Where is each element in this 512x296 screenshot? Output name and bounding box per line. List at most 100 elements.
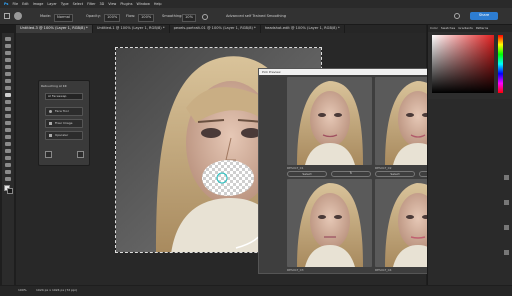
search-icon[interactable] bbox=[454, 13, 460, 19]
tab-label: pexels-portrait-01 @ 100% (Layer 1, RGB/… bbox=[173, 26, 256, 31]
menu-item[interactable]: Select bbox=[73, 2, 83, 6]
hue-slider[interactable] bbox=[498, 35, 503, 93]
tab-color[interactable]: Color bbox=[430, 27, 438, 30]
button-label: Face Tool bbox=[55, 109, 69, 113]
layers-panel bbox=[428, 99, 512, 285]
face-icon bbox=[49, 110, 52, 113]
marquee-tool-icon[interactable] bbox=[5, 44, 11, 48]
color-picker-field[interactable] bbox=[432, 35, 494, 93]
settings-icon[interactable] bbox=[45, 151, 52, 158]
brush-tool-icon[interactable] bbox=[14, 12, 22, 20]
menu-item[interactable]: Edit bbox=[22, 2, 29, 6]
document-tab[interactable]: pexels-portrait-01 @ 100% (Layer 1, RGB/… bbox=[170, 25, 261, 33]
tab-label: headshot-edit @ 100% (Layer 1, RGB/8) * bbox=[264, 26, 340, 31]
right-panels: Color Swatches Gradients Patterns bbox=[427, 25, 512, 285]
lasso-tool-icon[interactable] bbox=[5, 51, 11, 55]
layer-icon[interactable] bbox=[504, 225, 509, 230]
status-bar: 100% 1024 px x 1024 px (72 ppi) bbox=[0, 286, 512, 296]
menu-item[interactable]: Plugins bbox=[120, 2, 132, 6]
document-info: 1024 px x 1024 px (72 ppi) bbox=[36, 288, 77, 292]
brush-tool-icon[interactable] bbox=[5, 93, 11, 97]
clone-stamp-tool-icon[interactable] bbox=[5, 100, 11, 104]
path-select-tool-icon[interactable] bbox=[5, 156, 11, 160]
gradient-tool-icon[interactable] bbox=[5, 121, 11, 125]
tools-panel bbox=[2, 33, 14, 285]
color-panel-tabs: Color Swatches Gradients Patterns bbox=[428, 25, 512, 32]
flow-input[interactable]: 100% bbox=[138, 14, 155, 22]
background-color-swatch[interactable] bbox=[7, 188, 13, 194]
tab-patterns[interactable]: Patterns bbox=[476, 27, 488, 30]
dropdown-value: AI Faceswap bbox=[48, 94, 67, 98]
preview-thumbnail[interactable] bbox=[287, 77, 372, 165]
plugin-floating-panel: Retouching AI Kit AI Faceswap Face Tool … bbox=[38, 80, 90, 166]
plugin-mode-dropdown[interactable]: AI Faceswap bbox=[45, 93, 83, 100]
settings-gear-icon[interactable] bbox=[202, 14, 208, 20]
menu-item[interactable]: Filter bbox=[87, 2, 95, 6]
share-button[interactable]: Share bbox=[470, 12, 498, 20]
fixer-image-button[interactable]: Fixer Image bbox=[45, 119, 83, 128]
eraser-tool-icon[interactable] bbox=[5, 114, 11, 118]
dodge-tool-icon[interactable] bbox=[5, 135, 11, 139]
button-label: Upscaler bbox=[55, 133, 69, 137]
menu-item[interactable]: File bbox=[12, 2, 18, 6]
document-tab-bar: Untitled-3 @ 100% (Layer 1, RGB/8) * Unt… bbox=[16, 25, 426, 33]
document-tab[interactable]: Untitled-3 @ 100% (Layer 1, RGB/8) * bbox=[16, 25, 93, 33]
select-label: Select bbox=[302, 171, 312, 176]
feature-text: Advanced self Trained Smoothing bbox=[226, 14, 287, 18]
type-tool-icon[interactable] bbox=[5, 149, 11, 153]
document-tab[interactable]: headshot-edit @ 100% (Layer 1, RGB/8) * bbox=[261, 25, 345, 33]
select-button[interactable]: Select bbox=[375, 171, 415, 177]
smoothing-label: Smoothing: bbox=[162, 14, 183, 18]
pen-tool-icon[interactable] bbox=[5, 142, 11, 146]
frame-tool-icon[interactable] bbox=[5, 72, 11, 76]
menu-item[interactable]: Help bbox=[154, 2, 162, 6]
close-panel-icon[interactable] bbox=[77, 151, 84, 158]
tab-gradients[interactable]: Gradients bbox=[458, 27, 473, 30]
blur-tool-icon[interactable] bbox=[5, 128, 11, 132]
opacity-input[interactable]: 100% bbox=[104, 14, 121, 22]
regenerate-button[interactable]: ↻ bbox=[331, 171, 371, 177]
card-label: RESULT_01 bbox=[287, 166, 304, 170]
eyedropper-tool-icon[interactable] bbox=[5, 79, 11, 83]
tab-swatches[interactable]: Swatches bbox=[441, 27, 455, 30]
menu-item[interactable]: Image bbox=[33, 2, 44, 6]
image-icon bbox=[49, 122, 52, 125]
document-tab[interactable]: Untitled-1 @ 100% (Layer 1, RGB/8) * bbox=[93, 25, 170, 33]
upscaler-button[interactable]: Upscaler bbox=[45, 131, 83, 140]
menu-item[interactable]: Type bbox=[61, 2, 69, 6]
menu-item[interactable]: Ps bbox=[4, 2, 8, 6]
upscale-icon bbox=[49, 134, 52, 137]
preview-card: RESULT_03 bbox=[287, 179, 372, 272]
quick-select-tool-icon[interactable] bbox=[5, 58, 11, 62]
menu-item[interactable]: Layer bbox=[47, 2, 56, 6]
preview-thumbnail[interactable] bbox=[287, 179, 372, 267]
shape-tool-icon[interactable] bbox=[5, 163, 11, 167]
mode-select[interactable]: Normal bbox=[54, 14, 74, 22]
zoom-tool-icon[interactable] bbox=[5, 177, 11, 181]
card-label: RESULT_03 bbox=[287, 268, 304, 272]
plugin-panel-title: Retouching AI Kit bbox=[41, 84, 67, 88]
menu-item[interactable]: Window bbox=[136, 2, 149, 6]
mode-label: Mode: bbox=[40, 14, 52, 18]
smoothing-input[interactable]: 10% bbox=[182, 14, 196, 22]
layer-icon[interactable] bbox=[504, 175, 509, 180]
dialog-title: Pick Preview bbox=[262, 69, 281, 74]
layer-icon[interactable] bbox=[504, 250, 509, 255]
move-tool-icon[interactable] bbox=[5, 37, 11, 41]
tab-label: Untitled-3 @ 100% (Layer 1, RGB/8) * bbox=[20, 26, 88, 31]
zoom-level[interactable]: 100% bbox=[18, 289, 27, 292]
crop-tool-icon[interactable] bbox=[5, 65, 11, 69]
menu-item[interactable]: 3D bbox=[99, 2, 104, 6]
button-label: Fixer Image bbox=[55, 121, 73, 125]
history-brush-tool-icon[interactable] bbox=[5, 107, 11, 111]
layer-icon[interactable] bbox=[504, 200, 509, 205]
home-icon[interactable] bbox=[4, 13, 10, 19]
opacity-label: Opacity: bbox=[86, 14, 101, 18]
select-button[interactable]: Select bbox=[287, 171, 327, 177]
hand-tool-icon[interactable] bbox=[5, 170, 11, 174]
face-tool-button[interactable]: Face Tool bbox=[45, 107, 83, 116]
options-bar: Mode: Normal Opacity: 100% Flow: 100% Sm… bbox=[0, 8, 512, 25]
healing-brush-tool-icon[interactable] bbox=[5, 86, 11, 90]
refresh-icon: ↻ bbox=[349, 171, 353, 176]
menu-item[interactable]: View bbox=[108, 2, 116, 6]
